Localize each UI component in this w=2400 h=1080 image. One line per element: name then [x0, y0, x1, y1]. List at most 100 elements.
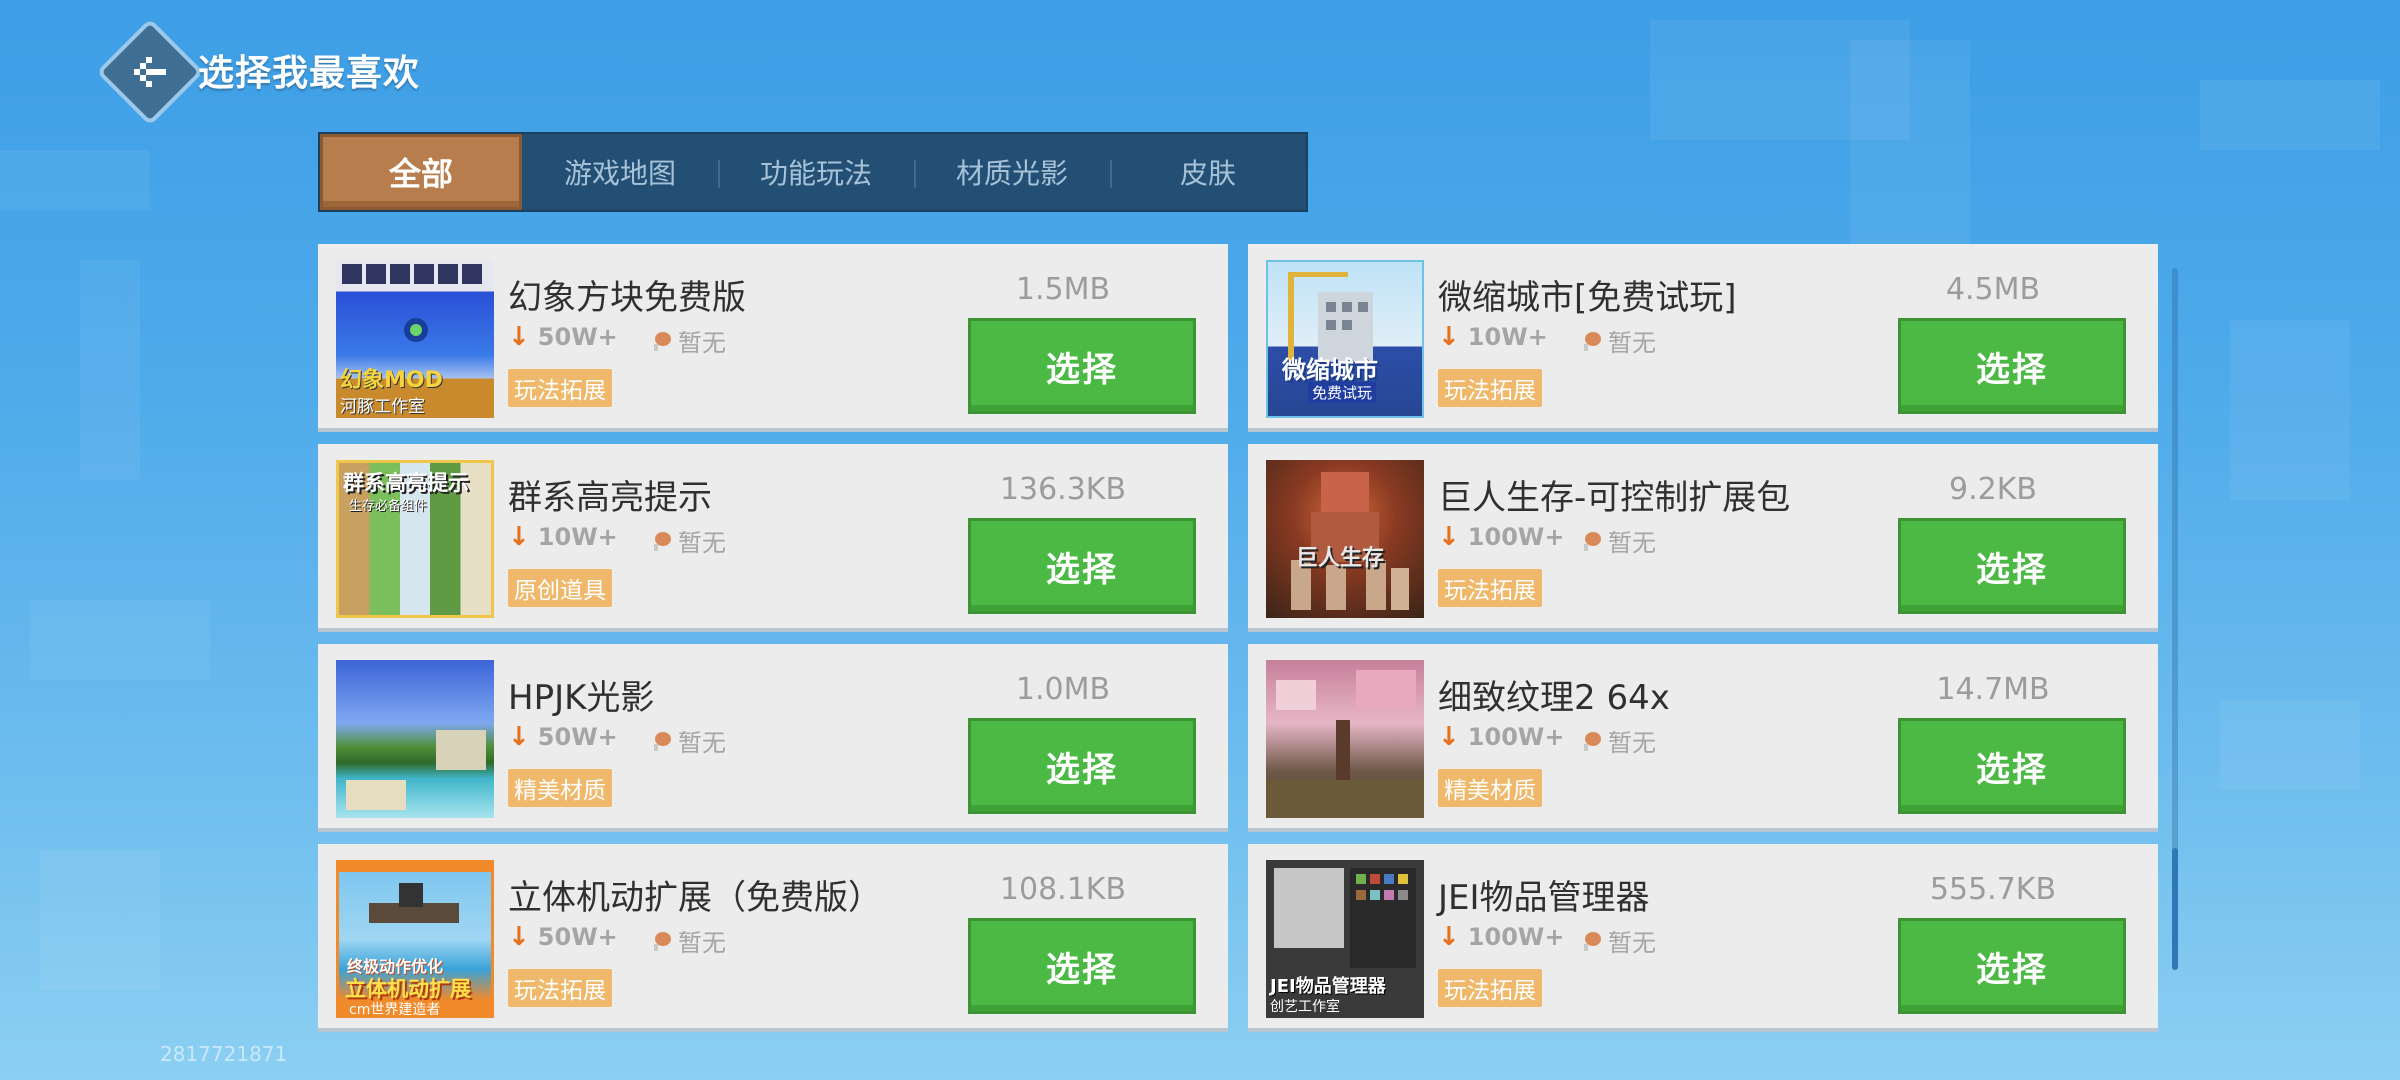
download-count: ↓ 50W+: [508, 922, 618, 952]
item-name: HPJK光影: [508, 678, 655, 718]
drumstick-icon: [1580, 330, 1602, 352]
thumbnail-caption: 群系高亮提示: [343, 471, 469, 495]
item-name: 群系高亮提示: [508, 478, 712, 518]
list-item: HPJK光影 ↓ 50W+ 暂无 精美材质 1.0MB 选择: [318, 644, 1228, 828]
page-title: 选择我最喜欢: [198, 53, 421, 94]
rating-text: 暂无: [678, 729, 726, 757]
select-button[interactable]: 选择: [968, 518, 1196, 614]
download-count: ↓ 50W+: [508, 722, 618, 752]
download-arrow-icon: ↓: [508, 922, 530, 952]
download-count: ↓ 10W+: [1438, 322, 1548, 352]
list-item: 细致纹理2 64x ↓ 100W+ 暂无 精美材质 14.7MB 选择: [1248, 644, 2158, 828]
category-tag: 玩法拓展: [508, 969, 612, 1007]
list-scrollbar[interactable]: [2172, 268, 2178, 970]
download-count-text: 100W+: [1467, 723, 1565, 751]
back-button[interactable]: [96, 18, 204, 126]
item-name: JEI物品管理器: [1438, 878, 1650, 918]
rating: 暂无: [650, 923, 726, 958]
download-count-text: 50W+: [537, 923, 618, 951]
download-arrow-icon: ↓: [1438, 922, 1460, 952]
item-name: 细致纹理2 64x: [1438, 678, 1670, 718]
rating: 暂无: [1580, 323, 1656, 358]
item-thumbnail[interactable]: 终极动作优化 立体机动扩展 cm世界建造者: [336, 860, 494, 1018]
select-button[interactable]: 选择: [968, 918, 1196, 1014]
rating-text: 暂无: [678, 529, 726, 557]
tab-all[interactable]: 全部: [320, 134, 522, 210]
file-size: 1.0MB: [1015, 672, 1111, 707]
download-arrow-icon: ↓: [508, 722, 530, 752]
download-count: ↓ 100W+: [1438, 722, 1564, 752]
rating-text: 暂无: [678, 329, 726, 357]
thumbnail-caption: 幻象MOD: [340, 368, 443, 393]
scrollbar-thumb[interactable]: [2172, 848, 2178, 970]
rating: 暂无: [1580, 523, 1656, 558]
thumbnail-caption: 免费试玩: [1308, 382, 1377, 403]
file-size: 4.5MB: [1945, 272, 2041, 307]
category-tag: 精美材质: [508, 769, 612, 807]
file-size: 108.1KB: [999, 872, 1127, 907]
tab-game-maps[interactable]: 游戏地图: [522, 134, 718, 210]
rating: 暂无: [650, 523, 726, 558]
tab-textures-shaders[interactable]: 材质光影: [914, 134, 1110, 210]
category-tag: 精美材质: [1438, 769, 1542, 807]
download-arrow-icon: ↓: [508, 322, 530, 352]
thumbnail-caption: 创艺工作室: [1270, 999, 1340, 1015]
item-name: 微缩城市[免费试玩]: [1438, 278, 1737, 318]
list-item: 终极动作优化 立体机动扩展 cm世界建造者 立体机动扩展（免费版） ↓ 50W+ …: [318, 844, 1228, 1028]
thumbnail-caption: JEI物品管理器: [1270, 976, 1386, 997]
rating-text: 暂无: [1608, 729, 1656, 757]
category-tag: 玩法拓展: [508, 369, 612, 407]
select-button[interactable]: 选择: [968, 718, 1196, 814]
drumstick-icon: [650, 330, 672, 352]
item-thumbnail[interactable]: 幻象MOD 河豚工作室: [336, 260, 494, 418]
item-name: 幻象方块免费版: [508, 278, 746, 318]
drumstick-icon: [1580, 730, 1602, 752]
select-button[interactable]: 选择: [1898, 918, 2126, 1014]
rating: 暂无: [650, 723, 726, 758]
download-count-text: 100W+: [1467, 523, 1565, 551]
select-button[interactable]: 选择: [1898, 318, 2126, 414]
rating-text: 暂无: [1608, 929, 1656, 957]
select-button[interactable]: 选择: [1898, 518, 2126, 614]
file-size: 1.5MB: [1015, 272, 1111, 307]
rating-text: 暂无: [678, 929, 726, 957]
item-name: 巨人生存-可控制扩展包: [1438, 478, 1791, 518]
file-size: 136.3KB: [999, 472, 1127, 507]
list-item: 幻象MOD 河豚工作室 幻象方块免费版 ↓ 50W+ 暂无 玩法拓展 1.5MB …: [318, 244, 1228, 428]
select-button[interactable]: 选择: [968, 318, 1196, 414]
file-size: 9.2KB: [1949, 472, 2037, 507]
item-thumbnail[interactable]: 群系高亮提示 生存必备组件: [336, 460, 494, 618]
download-count-text: 10W+: [1467, 323, 1548, 351]
rating-text: 暂无: [1608, 329, 1656, 357]
rating-text: 暂无: [1608, 529, 1656, 557]
drumstick-icon: [650, 530, 672, 552]
rating: 暂无: [1580, 723, 1656, 758]
list-item: 微缩城市 免费试玩 微缩城市[免费试玩] ↓ 10W+ 暂无 玩法拓展 4.5MB…: [1248, 244, 2158, 428]
category-tag: 玩法拓展: [1438, 369, 1542, 407]
download-arrow-icon: ↓: [1438, 522, 1460, 552]
item-thumbnail[interactable]: JEI物品管理器 创艺工作室: [1266, 860, 1424, 1018]
drumstick-icon: [650, 930, 672, 952]
thumbnail-art: [1266, 670, 1424, 818]
drumstick-icon: [1580, 530, 1602, 552]
category-tabs: 全部 游戏地图 功能玩法 材质光影 皮肤: [318, 132, 1308, 212]
list-item: 群系高亮提示 生存必备组件 群系高亮提示 ↓ 10W+ 暂无 原创道具 136.3…: [318, 444, 1228, 628]
download-arrow-icon: ↓: [508, 522, 530, 552]
category-tag: 原创道具: [508, 569, 612, 607]
drumstick-icon: [1580, 930, 1602, 952]
file-size: 14.7MB: [1936, 672, 2050, 707]
item-thumbnail[interactable]: 巨人生存: [1266, 460, 1424, 618]
download-count-text: 50W+: [537, 323, 618, 351]
item-thumbnail[interactable]: 微缩城市 免费试玩: [1266, 260, 1424, 418]
item-thumbnail[interactable]: [1266, 660, 1424, 818]
back-arrow-icon: [134, 57, 166, 87]
list-item: JEI物品管理器 创艺工作室 JEI物品管理器 ↓ 100W+ 暂无 玩法拓展 5…: [1248, 844, 2158, 1028]
tab-gameplay[interactable]: 功能玩法: [718, 134, 914, 210]
rating: 暂无: [1580, 923, 1656, 958]
select-button[interactable]: 选择: [1898, 718, 2126, 814]
tab-skins[interactable]: 皮肤: [1110, 134, 1306, 210]
category-tag: 玩法拓展: [1438, 969, 1542, 1007]
item-thumbnail[interactable]: [336, 660, 494, 818]
thumbnail-art: [1291, 472, 1409, 610]
user-id: 2817721871: [160, 1042, 288, 1066]
